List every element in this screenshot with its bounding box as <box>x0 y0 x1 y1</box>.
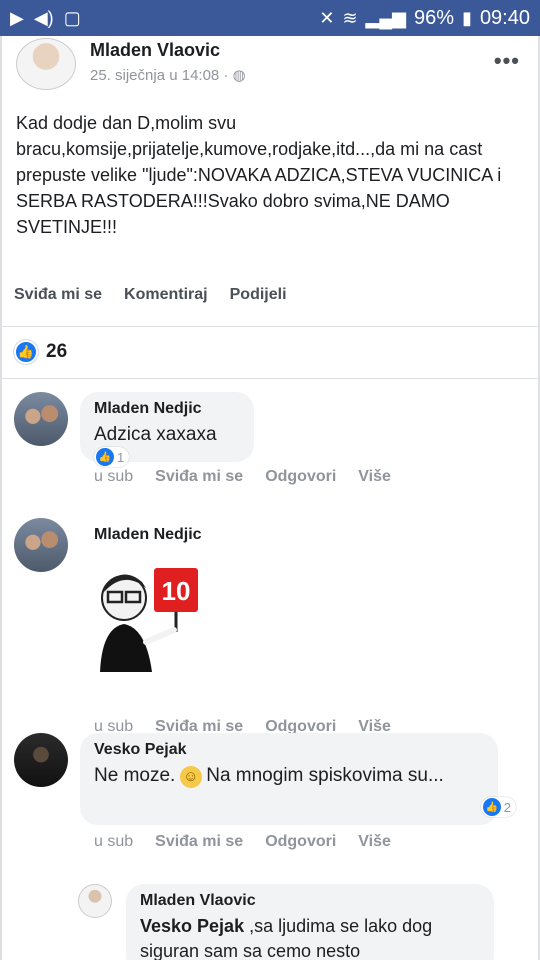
like-icon: 👍 <box>96 448 114 466</box>
comment: Mladen Nedjic Adzica xaxaxa 👍 1 u sub Sv… <box>14 392 530 502</box>
post-header: Mladen Vlaovic 25. siječnja u 14:08 · ◍ … <box>16 36 528 96</box>
comment-bubble: Vesko Pejak Ne moze. ☺ Na mnogim spiskov… <box>80 733 516 825</box>
comment: Mladen Nedjic 10 u sub Sviđa mi se Odgov… <box>14 518 530 735</box>
clock: 09:40 <box>479 6 530 29</box>
post-actions: Sviđa mi se Komentiraj Podijeli <box>14 286 524 304</box>
comment-actions: u sub Sviđa mi se Odgovori Više <box>94 833 391 851</box>
reply-comment: Mladen Vlaovic Vesko Pejak ,sa ljudima s… <box>78 884 518 960</box>
comment-header: Mladen Nedjic <box>94 526 202 548</box>
globe-icon: ◍ <box>232 67 246 84</box>
author-avatar[interactable] <box>16 38 76 90</box>
comment-likes[interactable]: 👍 2 <box>480 797 516 817</box>
comment-text-a: Ne moze. <box>94 765 176 786</box>
reaction-count: 26 <box>46 341 68 362</box>
like-icon: 👍 <box>482 798 501 816</box>
comment-time[interactable]: u sub <box>94 833 133 851</box>
sticker-image[interactable]: 10 <box>94 562 214 674</box>
comment-button[interactable]: Komentiraj <box>124 286 208 304</box>
post-timestamp[interactable]: 25. siječnja u 14:08 · ◍ <box>90 66 246 84</box>
comment-reply-button[interactable]: Odgovori <box>265 468 336 486</box>
post-card: Mladen Vlaovic 25. siječnja u 14:08 · ◍ … <box>0 36 540 960</box>
divider <box>2 378 538 379</box>
mention-link[interactable]: Vesko Pejak <box>140 916 244 936</box>
signal-icon: ▂▄▆ <box>365 8 406 28</box>
comment-likes[interactable]: 👍 1 <box>94 447 130 467</box>
status-bar: ▶ ◀) ▢ ✕ ≋ ▂▄▆ 96% ▮ 09:40 <box>0 0 540 36</box>
battery-percent: 96% <box>414 6 455 29</box>
divider <box>2 326 538 327</box>
comment-actions: u sub Sviđa mi se Odgovori Više <box>94 468 391 486</box>
more-icon[interactable]: ••• <box>494 48 520 74</box>
commenter-avatar[interactable] <box>78 884 112 918</box>
commenter-name[interactable]: Vesko Pejak <box>94 741 484 759</box>
comment-text-b: Na mnogim spiskovima su... <box>206 765 444 786</box>
like-icon: 👍 <box>14 340 38 364</box>
commenter-avatar[interactable] <box>14 392 68 446</box>
timestamp-text: 25. siječnja u 14:08 · <box>90 67 233 84</box>
post-author[interactable]: Mladen Vlaovic <box>90 40 220 61</box>
commenter-name[interactable]: Mladen Nedjic <box>94 526 202 544</box>
comment-reply-button[interactable]: Odgovori <box>265 833 336 851</box>
comment-like-count: 1 <box>117 449 125 465</box>
play-icon: ▶ <box>10 8 24 28</box>
wifi-icon: ≋ <box>342 8 358 28</box>
volume-icon: ◀) <box>33 8 54 28</box>
mute-icon: ✕ <box>319 8 335 28</box>
comment: Vesko Pejak Ne moze. ☺ Na mnogim spiskov… <box>14 733 530 873</box>
battery-icon: ▮ <box>462 8 472 28</box>
comment-like-count: 2 <box>503 799 511 815</box>
reactions-summary[interactable]: 👍 26 <box>14 340 67 364</box>
comment-like-button[interactable]: Sviđa mi se <box>155 833 243 851</box>
comment-bubble: Mladen Nedjic Adzica xaxaxa 👍 1 <box>80 392 254 467</box>
comment-like-button[interactable]: Sviđa mi se <box>155 468 243 486</box>
comment-text: Adzica xaxaxa <box>94 424 217 445</box>
commenter-name[interactable]: Mladen Nedjic <box>94 400 240 418</box>
sticker-arm <box>143 627 177 645</box>
comment-time[interactable]: u sub <box>94 468 133 486</box>
comment-bubble: Mladen Vlaovic Vesko Pejak ,sa ljudima s… <box>126 884 494 960</box>
comment-text: Vesko Pejak ,sa ljudima se lako dog sigu… <box>140 916 432 960</box>
sticker-body <box>100 624 152 672</box>
comment-more-button[interactable]: Više <box>358 833 391 851</box>
gallery-icon: ▢ <box>63 8 81 28</box>
smile-emoji-icon: ☺ <box>179 765 202 788</box>
sticker-score: 10 <box>162 576 191 606</box>
post-text: Kad dodje dan D,molim svu bracu,komsije,… <box>16 113 502 237</box>
like-button[interactable]: Sviđa mi se <box>14 286 102 304</box>
comment-more-button[interactable]: Više <box>358 468 391 486</box>
share-button[interactable]: Podijeli <box>230 286 287 304</box>
commenter-name[interactable]: Mladen Vlaovic <box>140 892 480 910</box>
commenter-avatar[interactable] <box>14 733 68 787</box>
commenter-avatar[interactable] <box>14 518 68 572</box>
